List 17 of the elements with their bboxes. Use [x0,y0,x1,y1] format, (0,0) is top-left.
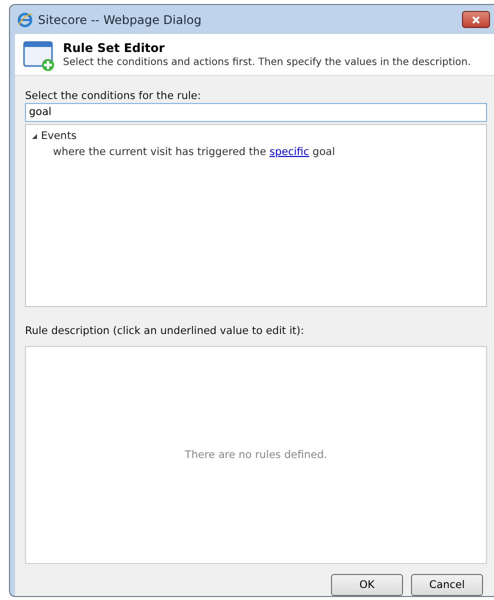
cancel-button[interactable]: Cancel [411,574,483,596]
browser-icon [17,12,33,28]
conditions-label: Select the conditions for the rule: [25,90,202,103]
editor-title: Rule Set Editor [63,41,166,55]
editor-subtitle: Select the conditions and actions first. Then specify the values in the description. [63,57,471,68]
window-title: Sitecore -- Webpage Dialog [38,12,202,26]
condition-item[interactable]: where the current visit has triggered the specific goal [26,144,335,161]
empty-message: There are no rules defined. [184,448,328,461]
close-icon [471,14,481,24]
window-add-icon [23,38,55,70]
ok-button[interactable]: OK [331,574,403,596]
category-label[interactable]: Events [41,130,77,142]
expand-arrow-icon[interactable] [32,134,37,139]
search-field[interactable]: goal [25,102,487,122]
description-label: Rule description (click an underlined value to edit it): [25,325,305,338]
value-link[interactable]: specific [270,146,310,158]
close-button[interactable] [462,11,490,28]
